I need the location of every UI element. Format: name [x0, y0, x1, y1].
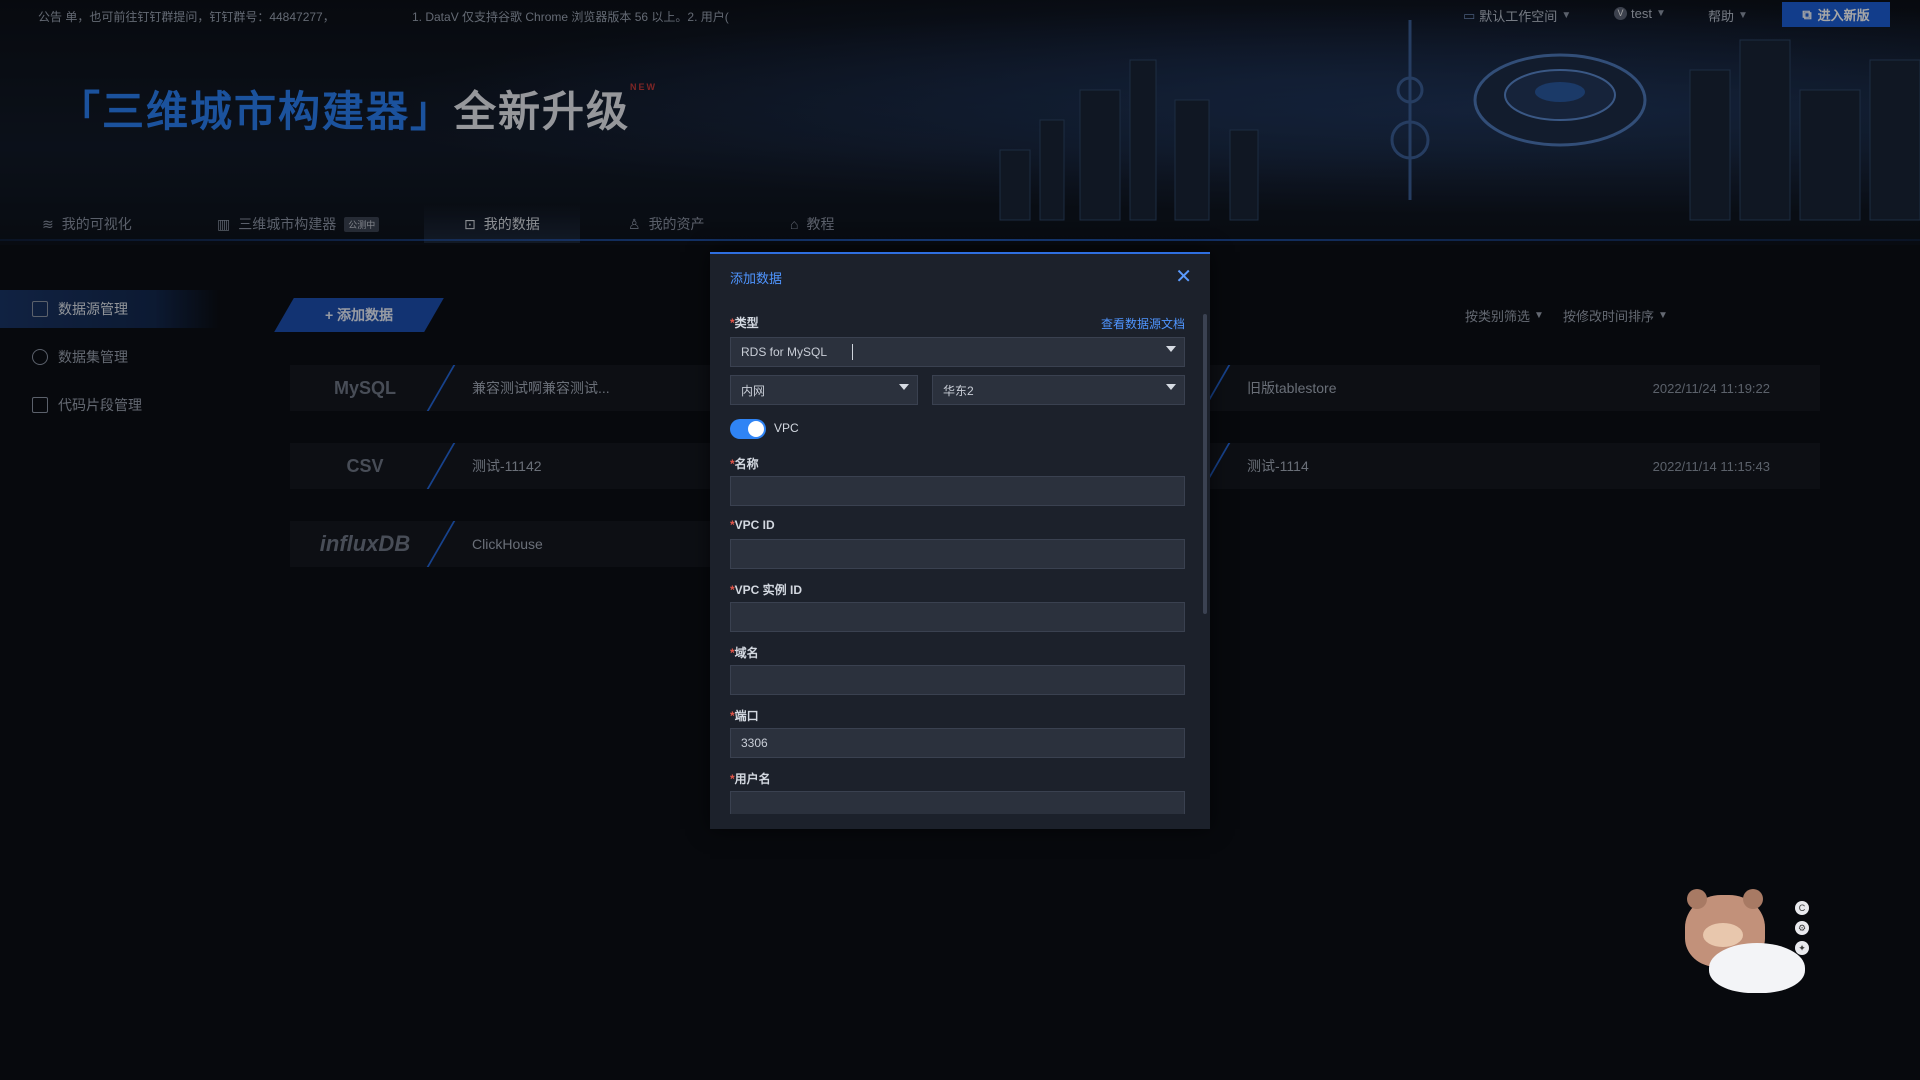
type-label: *类型 — [730, 316, 759, 330]
chevron-down-icon — [899, 384, 909, 390]
mascot-sticker[interactable]: C ⚙ ✦ — [1685, 889, 1815, 1005]
dialog-body: *类型 查看数据源文档 RDS for MySQL 内网 华东2 VPC *名称… — [730, 254, 1185, 814]
settings-icon[interactable]: ⚙ — [1795, 921, 1809, 935]
username-field[interactable] — [730, 791, 1185, 814]
region-select[interactable]: 华东2 — [932, 375, 1185, 405]
vpc-instance-id-field[interactable] — [730, 602, 1185, 632]
add-data-dialog: 添加数据 ✕ *类型 查看数据源文档 RDS for MySQL 内网 华东2 … — [710, 252, 1210, 829]
type-select[interactable]: RDS for MySQL — [730, 337, 1185, 367]
vpc-toggle[interactable] — [730, 419, 766, 439]
vpc-instance-id-label: *VPC 实例 ID — [730, 583, 803, 597]
vpc-toggle-label: VPC — [774, 421, 799, 435]
port-field[interactable]: 3306 — [730, 728, 1185, 758]
toggle-knob — [748, 421, 764, 437]
network-select-value: 内网 — [741, 383, 766, 398]
chevron-down-icon — [1166, 346, 1176, 352]
vpc-id-label: *VPC ID — [730, 518, 775, 532]
domain-label: *域名 — [730, 646, 759, 660]
vpc-id-field[interactable] — [730, 539, 1185, 569]
port-label: *端口 — [730, 709, 759, 723]
chat-icon[interactable]: C — [1795, 901, 1809, 915]
cat-illustration — [1709, 943, 1805, 993]
domain-field[interactable] — [730, 665, 1185, 695]
name-label: *名称 — [730, 457, 759, 471]
network-select[interactable]: 内网 — [730, 375, 918, 405]
gift-icon[interactable]: ✦ — [1795, 941, 1809, 955]
region-select-value: 华东2 — [943, 383, 974, 398]
type-select-value: RDS for MySQL — [741, 345, 828, 359]
view-docs-link[interactable]: 查看数据源文档 — [1101, 315, 1185, 332]
chevron-down-icon — [1166, 384, 1176, 390]
username-label: *用户名 — [730, 772, 771, 786]
dialog-scrollbar[interactable] — [1203, 314, 1207, 614]
name-field[interactable] — [730, 476, 1185, 506]
text-cursor-icon — [852, 344, 853, 360]
